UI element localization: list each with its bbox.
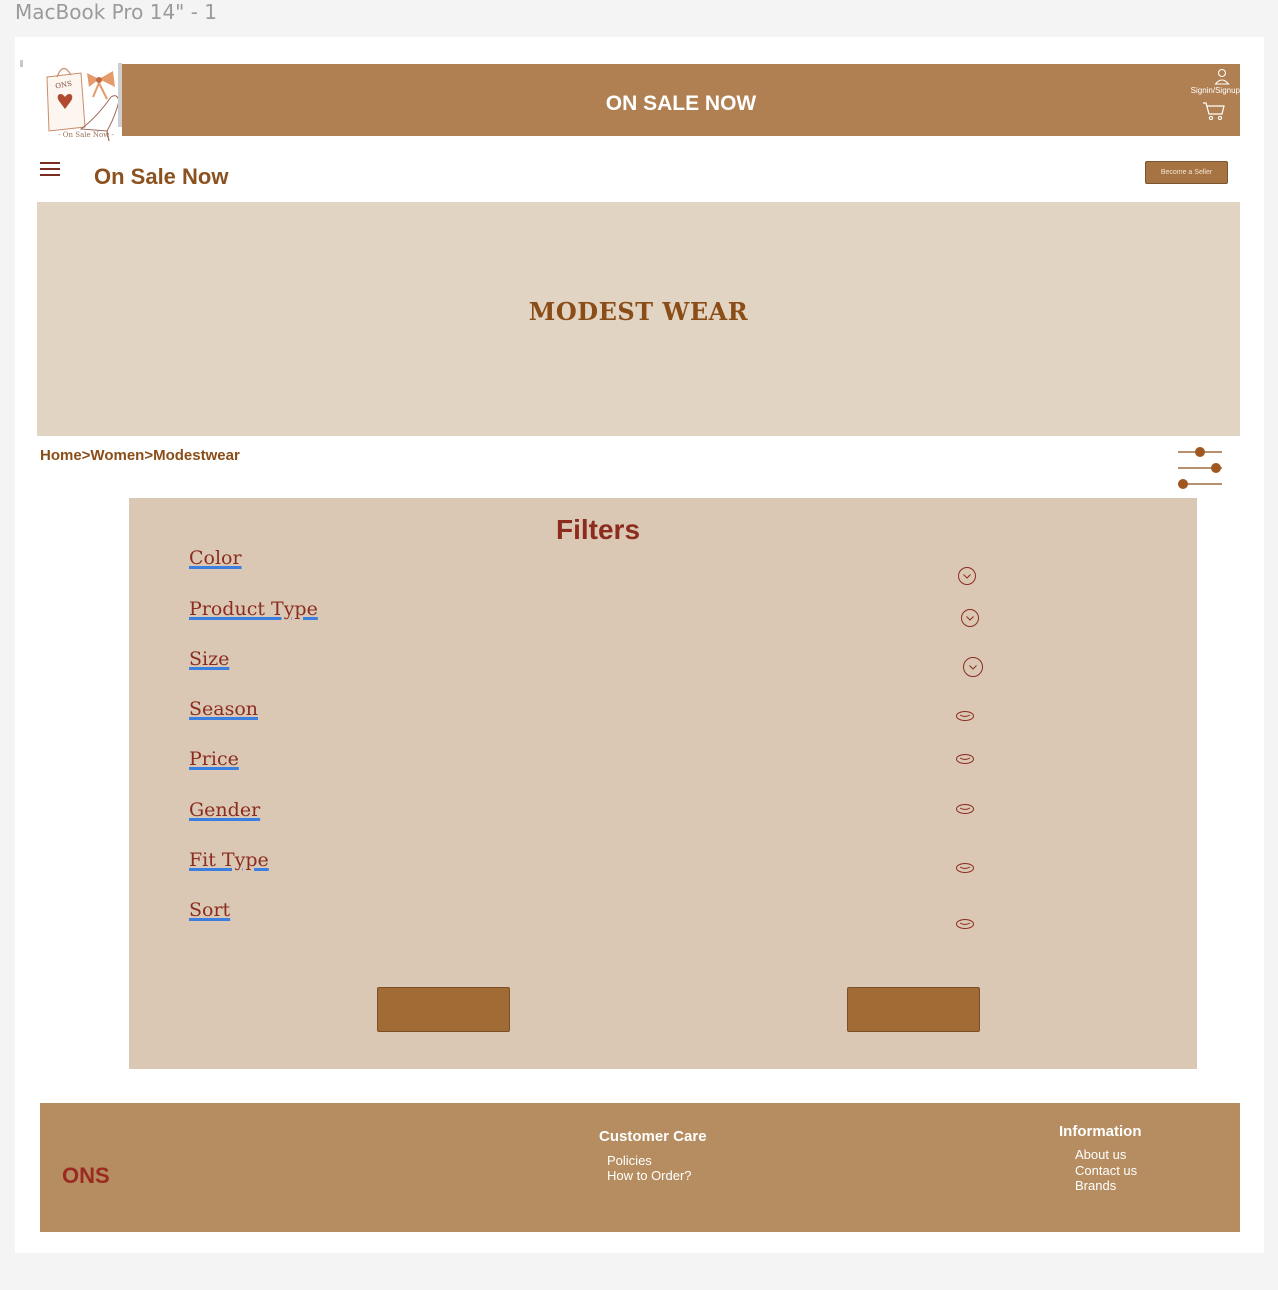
filter-season[interactable]: Season xyxy=(189,698,258,720)
user-icon[interactable] xyxy=(1214,68,1230,86)
logo-tagline: - On Sale Now - xyxy=(58,131,114,139)
frame-title: MacBook Pro 14" - 1 xyxy=(15,0,218,24)
become-seller-button[interactable]: Become a Seller xyxy=(1145,161,1228,184)
filters-title: Filters xyxy=(555,514,641,545)
footer-link-policies[interactable]: Policies xyxy=(607,1153,652,1168)
filter-sort[interactable]: Sort xyxy=(189,899,230,921)
footer-link-contact-us[interactable]: Contact us xyxy=(1075,1163,1137,1178)
lip-chevron-icon[interactable] xyxy=(955,710,975,722)
filters-panel: Filters Color Product Type Size Season P… xyxy=(129,498,1197,1069)
hamburger-icon[interactable] xyxy=(40,162,60,176)
banner-title: MODEST WEAR xyxy=(528,297,749,326)
frame-handle xyxy=(20,60,23,67)
lip-chevron-icon[interactable] xyxy=(955,918,975,930)
footer-link-brands[interactable]: Brands xyxy=(1075,1178,1116,1193)
cart-icon[interactable] xyxy=(1202,100,1226,122)
brand-title[interactable]: On Sale Now xyxy=(94,164,228,190)
chevron-circle-icon[interactable] xyxy=(957,566,977,586)
footer: ONS Customer Care Policies How to Order?… xyxy=(40,1103,1240,1232)
filter-color[interactable]: Color xyxy=(189,547,242,569)
filter-product-type[interactable]: Product Type xyxy=(189,598,318,620)
footer-link-about-us[interactable]: About us xyxy=(1075,1147,1126,1162)
lip-chevron-icon[interactable] xyxy=(955,803,975,815)
filter-action-button-right[interactable] xyxy=(847,987,980,1032)
filter-action-button-left[interactable] xyxy=(377,987,510,1032)
filter-fit-type[interactable]: Fit Type xyxy=(189,849,269,871)
footer-brand: ONS xyxy=(62,1163,110,1188)
filter-price[interactable]: Price xyxy=(189,748,239,770)
breadcrumb[interactable]: Home>Women>Modestwear xyxy=(40,447,240,464)
filter-sliders-icon[interactable] xyxy=(1175,444,1225,492)
information-heading: Information xyxy=(1059,1123,1142,1140)
header-title: ON SALE NOW xyxy=(605,92,757,115)
filter-size[interactable]: Size xyxy=(189,648,229,670)
hero-banner: MODEST WEAR xyxy=(37,202,1240,436)
footer-link-how-to-order[interactable]: How to Order? xyxy=(607,1168,692,1183)
lip-chevron-icon[interactable] xyxy=(955,753,975,765)
chevron-circle-icon[interactable] xyxy=(960,608,980,628)
page-frame: ONS - On Sale Now - ON SALE NOW Signin/S… xyxy=(15,37,1264,1253)
chevron-circle-icon[interactable] xyxy=(962,656,984,678)
top-header: ON SALE NOW Signin/Signup xyxy=(122,64,1240,136)
lip-chevron-icon[interactable] xyxy=(955,862,975,874)
signin-signup-link[interactable]: Signin/Signup xyxy=(1191,86,1240,95)
customer-care-heading: Customer Care xyxy=(599,1128,707,1145)
filter-gender[interactable]: Gender xyxy=(189,799,260,821)
